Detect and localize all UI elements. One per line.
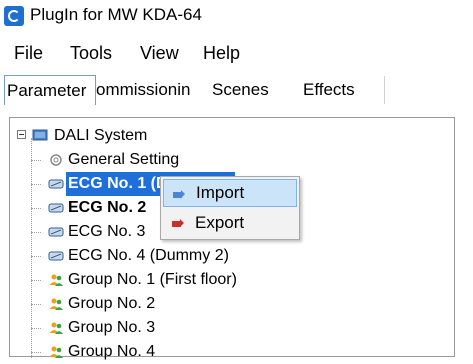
menu-bar: File Tools View Help bbox=[0, 34, 473, 74]
tab-effects[interactable]: Effects bbox=[303, 74, 355, 106]
group-icon bbox=[49, 274, 63, 286]
tab-scenes[interactable]: Scenes bbox=[212, 74, 269, 106]
import-menu-item[interactable]: Import bbox=[163, 179, 297, 207]
group-icon bbox=[49, 346, 63, 358]
export-menu-item[interactable]: Export bbox=[163, 209, 297, 237]
export-label: Export bbox=[195, 213, 245, 232]
menu-help[interactable]: Help bbox=[203, 43, 240, 64]
dali-system-icon bbox=[32, 129, 48, 141]
collapse-icon[interactable] bbox=[17, 130, 26, 139]
tab-parameter[interactable]: Parameter bbox=[4, 75, 96, 105]
title-bar: PlugIn for MW KDA-64 bbox=[0, 0, 473, 34]
ecg-lamp-icon bbox=[48, 251, 64, 261]
tree-item-group-3[interactable]: Group No. 3 bbox=[10, 316, 310, 340]
import-icon bbox=[173, 190, 185, 198]
tab-commissioning[interactable]: ommissionin bbox=[96, 74, 202, 106]
menu-view[interactable]: View bbox=[140, 43, 179, 64]
ecg-lamp-icon bbox=[48, 203, 64, 213]
tree-root-row[interactable]: DALI System bbox=[10, 124, 310, 148]
group-icon bbox=[49, 322, 63, 334]
app-icon bbox=[4, 6, 24, 26]
tree-item-group-4[interactable]: Group No. 4 bbox=[10, 340, 310, 364]
ecg-lamp-icon bbox=[48, 227, 64, 237]
tab-separator bbox=[384, 76, 385, 104]
tree-root-label: DALI System bbox=[54, 127, 148, 144]
tab-bar: Parameter ommissionin Scenes Effects bbox=[0, 74, 473, 110]
menu-tools[interactable]: Tools bbox=[70, 43, 112, 64]
tree-item-ecg-4[interactable]: ECG No. 4 (Dummy 2) bbox=[10, 244, 310, 268]
ecg-lamp-icon bbox=[48, 179, 64, 189]
tree-item-general-setting[interactable]: General Setting bbox=[10, 148, 310, 172]
menu-file[interactable]: File bbox=[14, 43, 43, 64]
group-icon bbox=[49, 298, 63, 310]
window-title: PlugIn for MW KDA-64 bbox=[30, 5, 202, 24]
import-label: Import bbox=[196, 183, 245, 202]
tree-item-group-2[interactable]: Group No. 2 bbox=[10, 292, 310, 316]
gear-icon bbox=[50, 154, 62, 166]
tree-item-group-1[interactable]: Group No. 1 (First floor) bbox=[10, 268, 310, 292]
export-icon bbox=[172, 219, 184, 227]
context-menu: Import Export bbox=[160, 176, 300, 240]
